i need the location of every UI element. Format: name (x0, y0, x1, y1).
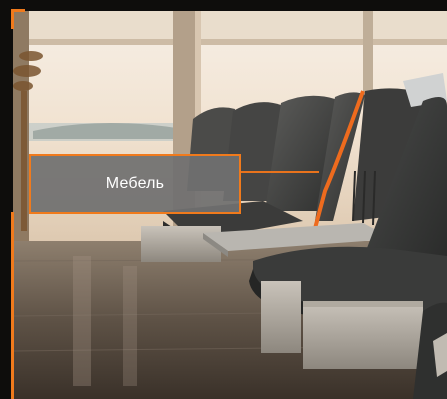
accent-corner-left (11, 9, 14, 29)
hotspot-label-text: Мебель (105, 175, 165, 192)
hotspot-leader-line (241, 171, 319, 173)
accent-left-line (11, 212, 14, 399)
furniture-hotspot-label[interactable]: Мебель (29, 154, 241, 214)
lounge-scene-frame: Мебель (0, 0, 447, 399)
